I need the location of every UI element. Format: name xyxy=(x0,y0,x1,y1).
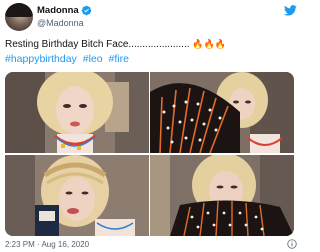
photo-3-image xyxy=(5,155,149,236)
photo-1[interactable] xyxy=(5,72,149,153)
photo-4-image xyxy=(150,155,294,236)
photo-3[interactable] xyxy=(5,155,149,236)
media-grid xyxy=(5,72,294,236)
avatar-hair xyxy=(5,3,33,17)
verified-badge-icon xyxy=(81,5,92,16)
tweet-card: Madonna @Madonna Resting Birthday Bitch … xyxy=(0,0,303,252)
tweet-timestamp[interactable]: 2:23 PM · Aug 16, 2020 xyxy=(5,240,89,249)
avatar[interactable] xyxy=(5,3,33,31)
tweet-text: Resting Birthday Bitch Face.............… xyxy=(5,37,295,52)
tweet-body: Resting Birthday Bitch Face.............… xyxy=(5,39,190,50)
photo-1-image xyxy=(5,72,149,153)
photo-2-image xyxy=(150,72,294,153)
info-icon[interactable] xyxy=(287,239,297,249)
hashtag-list: #happybirthday #leo #fire xyxy=(5,52,132,66)
hashtag-fire[interactable]: #fire xyxy=(109,53,129,65)
photo-2[interactable] xyxy=(150,72,294,153)
tweet-header: Madonna @Madonna xyxy=(0,0,303,34)
fire-emoji: 🔥🔥🔥 xyxy=(192,39,226,49)
hashtag-leo[interactable]: #leo xyxy=(83,53,103,65)
photo-4[interactable] xyxy=(150,155,294,236)
author-handle[interactable]: @Madonna xyxy=(37,18,84,28)
twitter-bird-icon[interactable] xyxy=(284,5,297,16)
author-display-name[interactable]: Madonna xyxy=(37,5,79,16)
hashtag-happybirthday[interactable]: #happybirthday xyxy=(5,53,77,65)
